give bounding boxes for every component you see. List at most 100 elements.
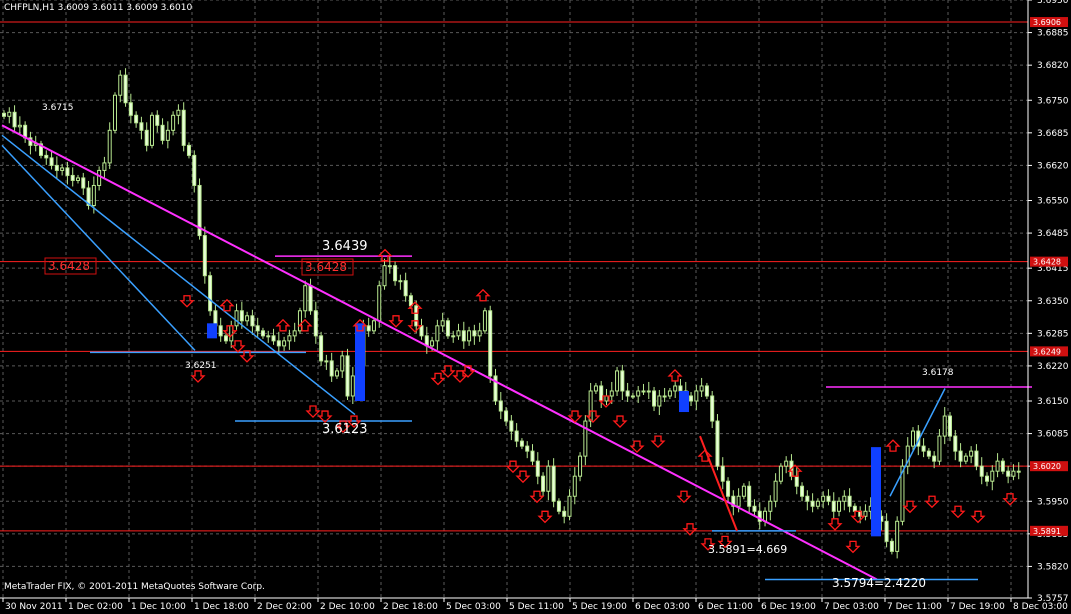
y-tick-label: 3.6885 bbox=[1037, 29, 1069, 39]
label-3-6123: 3.6123 bbox=[322, 422, 368, 437]
y-tick-label: 3.6950 bbox=[1037, 0, 1069, 6]
candle-body bbox=[345, 355, 350, 397]
candle-body bbox=[778, 465, 783, 482]
candle-body bbox=[488, 310, 493, 377]
candle-body bbox=[176, 109, 181, 116]
x-tick-label: 2 Dec 02:00 bbox=[257, 602, 312, 612]
candle-body bbox=[599, 385, 604, 402]
candle-body bbox=[282, 340, 287, 347]
price-chart[interactable]: 3.6715 3.6428 3.6439 3.6428 3.6251 3.6123 3.61… bbox=[0, 0, 1071, 614]
symbol-header: CHFPLN,H1 3.6009 3.6011 3.6009 3.6010 bbox=[4, 3, 193, 13]
candle-body bbox=[578, 455, 583, 477]
y-tick-label: 3.6350 bbox=[1037, 297, 1069, 307]
label-3-6178: 3.6178 bbox=[922, 368, 954, 378]
candle-body bbox=[963, 455, 968, 462]
candle-body bbox=[387, 265, 392, 268]
candle-body bbox=[451, 335, 456, 338]
candle-body bbox=[625, 390, 630, 397]
candle-body bbox=[747, 485, 752, 507]
candle-body bbox=[826, 495, 831, 502]
label-3-6428-left: 3.6428 bbox=[48, 259, 90, 273]
y-tick-label: 3.6220 bbox=[1037, 362, 1069, 372]
candle-body bbox=[160, 124, 165, 141]
candle-body bbox=[504, 410, 509, 422]
y-tick-label: 3.6750 bbox=[1037, 96, 1069, 106]
candle-body bbox=[615, 370, 620, 392]
candle-body bbox=[689, 395, 694, 402]
candle-body bbox=[958, 450, 963, 462]
candle-body bbox=[1016, 470, 1021, 473]
candle-body bbox=[620, 370, 625, 392]
candle-body bbox=[852, 505, 857, 512]
price-tag-label: 3.6428 bbox=[1033, 258, 1061, 267]
candle-body bbox=[70, 174, 75, 181]
candle-body bbox=[794, 475, 799, 487]
x-tick-label: 2 Dec 18:00 bbox=[383, 602, 438, 612]
y-tick-label: 3.6085 bbox=[1037, 430, 1069, 440]
candle-body bbox=[414, 305, 419, 327]
candle-body bbox=[186, 144, 191, 156]
candle-body bbox=[112, 94, 117, 131]
candle-body bbox=[461, 330, 466, 342]
candle-body bbox=[884, 520, 889, 542]
candle-body bbox=[329, 360, 334, 377]
candle-body bbox=[921, 445, 926, 452]
candle-body bbox=[192, 154, 197, 186]
candle-body bbox=[889, 540, 894, 552]
label-3-6428-mid: 3.6428 bbox=[305, 260, 347, 274]
candle-body bbox=[953, 435, 958, 452]
candle-body bbox=[530, 450, 535, 462]
x-tick-label: 30 Nov 2011 bbox=[5, 602, 63, 612]
candle-body bbox=[773, 480, 778, 502]
price-tag-label: 3.6020 bbox=[1033, 462, 1061, 471]
candle-body bbox=[319, 335, 324, 362]
candle-body bbox=[276, 340, 281, 347]
candle-body bbox=[266, 335, 271, 338]
candle-body bbox=[741, 485, 746, 497]
candle-body bbox=[979, 465, 984, 477]
y-tick-label: 3.6150 bbox=[1037, 397, 1069, 407]
candle-body bbox=[171, 114, 176, 131]
candle-body bbox=[467, 330, 472, 342]
candle-body bbox=[366, 325, 371, 332]
candle-body bbox=[969, 450, 974, 457]
candle-body bbox=[165, 129, 170, 141]
candle-body bbox=[985, 475, 990, 482]
highlight-candle bbox=[679, 390, 689, 413]
candle-body bbox=[482, 310, 487, 332]
candle-body bbox=[752, 505, 757, 512]
candle-body bbox=[435, 325, 440, 342]
candle-body bbox=[430, 340, 435, 347]
candle-body bbox=[377, 285, 382, 322]
candle-body bbox=[7, 111, 12, 117]
candle-body bbox=[208, 275, 213, 312]
candle-body bbox=[382, 265, 387, 287]
candle-body bbox=[821, 495, 826, 502]
candle-body bbox=[97, 169, 102, 186]
candle-body bbox=[2, 112, 6, 117]
y-tick-label: 3.6285 bbox=[1037, 329, 1069, 339]
y-tick-label: 3.6820 bbox=[1037, 61, 1069, 71]
candle-body bbox=[911, 430, 916, 447]
y-tick-label: 3.5820 bbox=[1037, 562, 1069, 572]
candle-body bbox=[704, 385, 709, 397]
candle-body bbox=[937, 435, 942, 462]
candle-body bbox=[652, 390, 657, 407]
candle-body bbox=[1006, 470, 1011, 477]
x-tick-label: 6 Dec 19:00 bbox=[761, 602, 816, 612]
candle-body bbox=[149, 114, 154, 146]
label-3-6251: 3.6251 bbox=[185, 361, 217, 371]
candle-body bbox=[313, 310, 318, 337]
x-tick-label: 5 Dec 19:00 bbox=[572, 602, 627, 612]
highlight-candle bbox=[871, 447, 881, 537]
candle-body bbox=[926, 450, 931, 457]
candle-body bbox=[81, 177, 86, 189]
x-tick-label: 1 Dec 18:00 bbox=[194, 602, 249, 612]
candle-body bbox=[239, 310, 244, 322]
label-3-5794-ratio: 3.5794=2.4220 bbox=[832, 576, 926, 590]
candle-body bbox=[144, 129, 149, 146]
candle-body bbox=[297, 310, 302, 332]
x-tick-label: 2 Dec 10:00 bbox=[320, 602, 375, 612]
candle-body bbox=[636, 390, 641, 397]
candle-body bbox=[303, 285, 308, 312]
